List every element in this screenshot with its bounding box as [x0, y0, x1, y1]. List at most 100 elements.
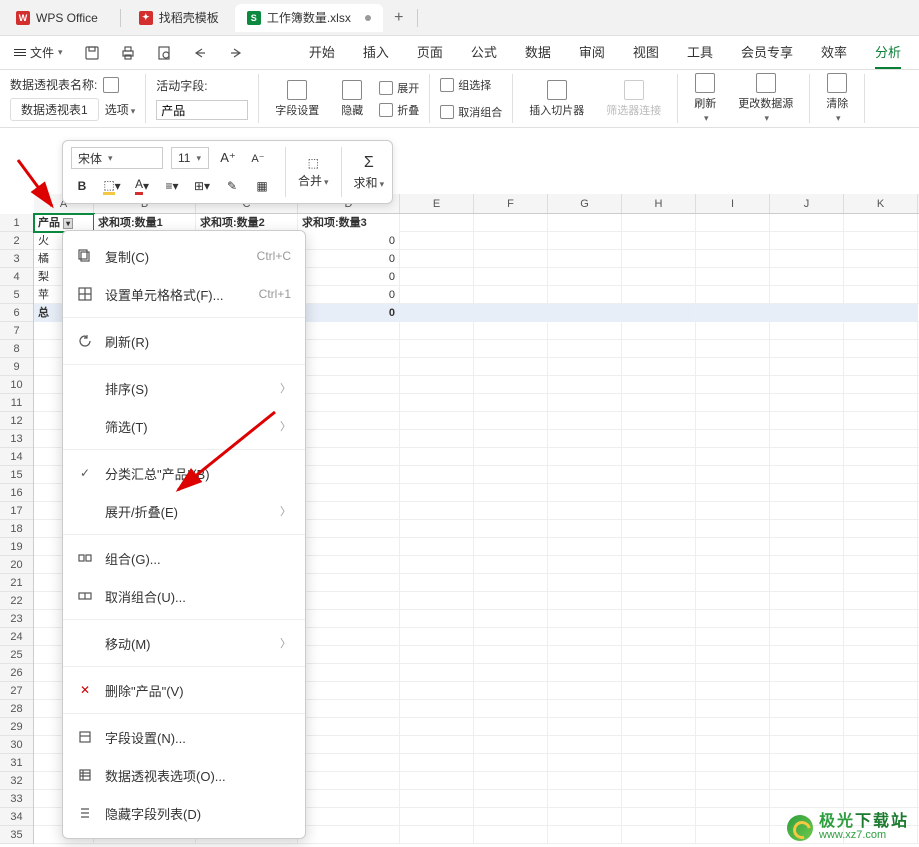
cell-J13[interactable] — [770, 430, 844, 448]
cell-G2[interactable] — [548, 232, 622, 250]
cell-H4[interactable] — [622, 268, 696, 286]
row-header-5[interactable]: 5 — [0, 286, 33, 304]
row-header-9[interactable]: 9 — [0, 358, 33, 376]
cm-ungroup[interactable]: 取消组合(U)... — [63, 577, 305, 615]
cell-J18[interactable] — [770, 520, 844, 538]
cell-K10[interactable] — [844, 376, 918, 394]
increase-font-button[interactable]: A⁺ — [217, 147, 239, 169]
cell-I2[interactable] — [696, 232, 770, 250]
cell-K22[interactable] — [844, 592, 918, 610]
cell-J19[interactable] — [770, 538, 844, 556]
cell-I31[interactable] — [696, 754, 770, 772]
cell-J8[interactable] — [770, 340, 844, 358]
cell-F18[interactable] — [474, 520, 548, 538]
cell-I34[interactable] — [696, 808, 770, 826]
cell-H23[interactable] — [622, 610, 696, 628]
tab-template[interactable]: ✦ 找稻壳模板 — [127, 4, 231, 32]
cell-D21[interactable] — [298, 574, 400, 592]
cell-G18[interactable] — [548, 520, 622, 538]
cell-H22[interactable] — [622, 592, 696, 610]
expand-button[interactable]: 展开 — [379, 80, 419, 96]
row-header-20[interactable]: 20 — [0, 556, 33, 574]
cell-G9[interactable] — [548, 358, 622, 376]
cell-I13[interactable] — [696, 430, 770, 448]
cell-F14[interactable] — [474, 448, 548, 466]
cell-J11[interactable] — [770, 394, 844, 412]
cell-J33[interactable] — [770, 790, 844, 808]
cell-I33[interactable] — [696, 790, 770, 808]
cell-K23[interactable] — [844, 610, 918, 628]
cell-G32[interactable] — [548, 772, 622, 790]
insert-slicer-button[interactable]: 插入切片器 — [523, 80, 590, 118]
cell-E9[interactable] — [400, 358, 474, 376]
cell-H25[interactable] — [622, 646, 696, 664]
align-button[interactable]: ≡▾ — [161, 175, 183, 197]
change-source-button[interactable]: 更改数据源 — [732, 73, 799, 124]
cm-delete[interactable]: ✕ 删除"产品"(V) — [63, 671, 305, 709]
cell-G30[interactable] — [548, 736, 622, 754]
cell-K17[interactable] — [844, 502, 918, 520]
cell-K6[interactable] — [844, 304, 918, 322]
cell-G35[interactable] — [548, 826, 622, 844]
file-menu-button[interactable]: 文件 ▾ — [8, 42, 69, 63]
cell-E27[interactable] — [400, 682, 474, 700]
cell-K27[interactable] — [844, 682, 918, 700]
cell-D14[interactable] — [298, 448, 400, 466]
cell-E1[interactable] — [400, 214, 474, 232]
row-header-10[interactable]: 10 — [0, 376, 33, 394]
autosum-button[interactable]: Σ求和 — [354, 154, 385, 191]
row-header-11[interactable]: 11 — [0, 394, 33, 412]
menu-tab-start[interactable]: 开始 — [309, 36, 335, 69]
cell-I23[interactable] — [696, 610, 770, 628]
row-header-12[interactable]: 12 — [0, 412, 33, 430]
row-header-32[interactable]: 32 — [0, 772, 33, 790]
cell-D15[interactable] — [298, 466, 400, 484]
cell-I8[interactable] — [696, 340, 770, 358]
cell-E15[interactable] — [400, 466, 474, 484]
row-header-24[interactable]: 24 — [0, 628, 33, 646]
cell-D3[interactable]: 0 — [298, 250, 400, 268]
cell-D18[interactable] — [298, 520, 400, 538]
col-header-K[interactable]: K — [844, 194, 918, 213]
cell-G24[interactable] — [548, 628, 622, 646]
cell-G4[interactable] — [548, 268, 622, 286]
cell-H24[interactable] — [622, 628, 696, 646]
tab-wps-home[interactable]: W WPS Office — [4, 4, 110, 32]
cell-K20[interactable] — [844, 556, 918, 574]
cell-I4[interactable] — [696, 268, 770, 286]
cell-E23[interactable] — [400, 610, 474, 628]
collapse-button[interactable]: 折叠 — [379, 102, 419, 118]
cell-G6[interactable] — [548, 304, 622, 322]
cell-F31[interactable] — [474, 754, 548, 772]
cell-H20[interactable] — [622, 556, 696, 574]
cell-I21[interactable] — [696, 574, 770, 592]
cell-J4[interactable] — [770, 268, 844, 286]
cell-F13[interactable] — [474, 430, 548, 448]
merge-cells-button[interactable]: ⬚合并 — [298, 156, 329, 189]
save-icon[interactable] — [79, 40, 105, 66]
cell-K14[interactable] — [844, 448, 918, 466]
cell-G14[interactable] — [548, 448, 622, 466]
cell-K8[interactable] — [844, 340, 918, 358]
cell-K15[interactable] — [844, 466, 918, 484]
cell-K21[interactable] — [844, 574, 918, 592]
cell-K30[interactable] — [844, 736, 918, 754]
cell-J25[interactable] — [770, 646, 844, 664]
print-icon[interactable] — [115, 40, 141, 66]
tab-workbook[interactable]: S 工作簿数量.xlsx — [235, 4, 383, 32]
cell-F21[interactable] — [474, 574, 548, 592]
cm-pivot-options[interactable]: 数据透视表选项(O)... — [63, 756, 305, 794]
cell-K31[interactable] — [844, 754, 918, 772]
cell-D1[interactable]: 求和项:数量3 — [298, 214, 400, 232]
cell-J32[interactable] — [770, 772, 844, 790]
borders-button[interactable]: ⊞▾ — [191, 175, 213, 197]
cm-refresh[interactable]: 刷新(R) — [63, 322, 305, 360]
cell-J12[interactable] — [770, 412, 844, 430]
cm-group[interactable]: 组合(G)... — [63, 539, 305, 577]
options-dropdown[interactable]: 选项 — [105, 101, 136, 118]
cell-E3[interactable] — [400, 250, 474, 268]
cell-D31[interactable] — [298, 754, 400, 772]
cell-G27[interactable] — [548, 682, 622, 700]
cell-I3[interactable] — [696, 250, 770, 268]
cell-E29[interactable] — [400, 718, 474, 736]
